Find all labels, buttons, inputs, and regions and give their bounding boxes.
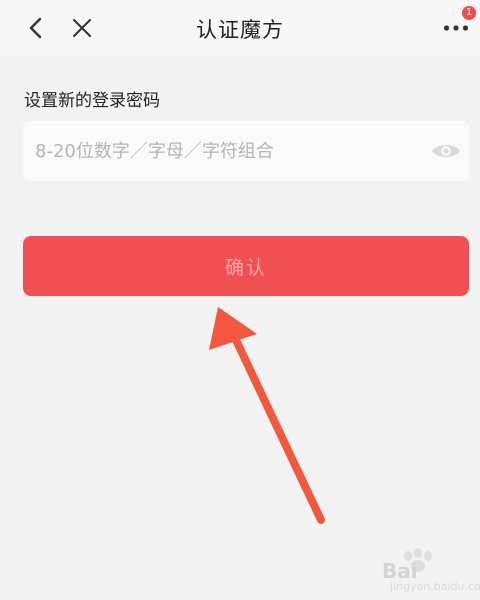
watermark-url: jingyan.baidu.com <box>390 580 480 593</box>
arrow-pointer-icon <box>209 307 325 524</box>
